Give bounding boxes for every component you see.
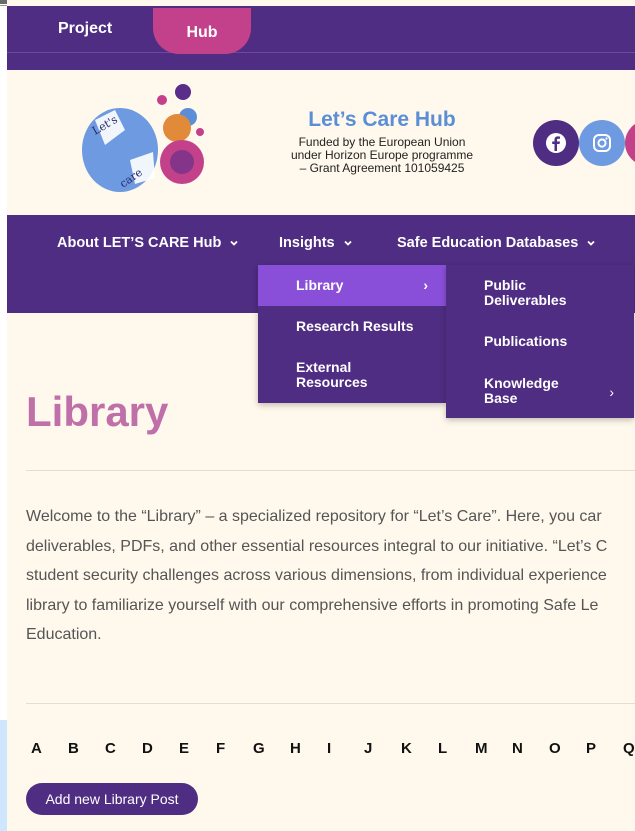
submenu-item-knowledge-base[interactable]: Knowledge Base [484, 376, 584, 406]
divider [26, 703, 635, 704]
intro-line: student security challenges across vario… [26, 567, 607, 584]
side-strip [0, 720, 7, 831]
nav-item-label: Safe Education Databases [397, 235, 579, 251]
insights-dropdown: Library › Research Results External Reso… [258, 265, 446, 403]
page: Project Hub Let's care Let’s Care Hub Fu… [7, 0, 635, 831]
intro-line: Welcome to the “Library” – a specialized… [26, 508, 602, 525]
alphabet-filter: A B C D E F G H I J K L M N O P Q [26, 740, 635, 757]
divider [26, 470, 635, 471]
intro-line: library to familiarize yourself with our… [26, 596, 599, 614]
alphabet-letter[interactable]: Q [618, 740, 635, 757]
alphabet-letter[interactable]: A [26, 740, 63, 757]
alphabet-letter[interactable]: O [544, 740, 581, 757]
dropdown-item-research-results[interactable]: Research Results [258, 319, 446, 334]
page-title: Library [26, 388, 169, 435]
logo-circle-orange [163, 114, 191, 142]
alphabet-letter[interactable]: N [507, 740, 544, 757]
funding-line: – Grant Agreement 101059425 [299, 161, 465, 175]
chevron-right-icon: › [609, 384, 614, 400]
alphabet-letter[interactable]: D [137, 740, 174, 757]
logo-dot-pink [157, 95, 167, 105]
alphabet-letter[interactable]: J [359, 740, 396, 757]
project-link[interactable]: Project [58, 20, 112, 38]
intro-line: Education. [26, 626, 102, 643]
alphabet-letter[interactable]: E [174, 740, 211, 757]
dropdown-item-library[interactable]: Library › [258, 265, 446, 306]
alphabet-letter[interactable]: F [211, 740, 248, 757]
site-title[interactable]: Let’s Care Hub [247, 108, 517, 132]
alphabet-letter[interactable]: P [581, 740, 618, 757]
top-bar: Project Hub [7, 6, 635, 70]
chevron-down-icon [230, 240, 238, 246]
library-submenu: Public Deliverables Publications Knowled… [446, 265, 634, 418]
add-library-post-button[interactable]: Add new Library Post [26, 783, 198, 815]
social-icon[interactable] [625, 120, 635, 166]
alphabet-letter[interactable]: M [470, 740, 507, 757]
funding-notice: Funded by the European Union under Horiz… [253, 136, 511, 175]
nav-item-safe-education-databases[interactable]: Safe Education Databases [397, 235, 596, 251]
top-bar-divider [7, 52, 635, 53]
facebook-icon[interactable] [533, 120, 579, 166]
nav-item-label: About LET’S CARE Hub [57, 235, 222, 251]
instagram-icon[interactable] [579, 120, 625, 166]
alphabet-letter[interactable]: C [100, 740, 137, 757]
nav-item-about[interactable]: About LET’S CARE Hub [57, 235, 239, 251]
logo-dot-small [196, 128, 204, 136]
submenu-item-public-deliverables[interactable]: Public Deliverables [484, 278, 584, 308]
nav-item-label: Insights [279, 235, 335, 251]
alphabet-letter[interactable]: B [63, 740, 100, 757]
submenu-item-publications[interactable]: Publications [484, 334, 604, 349]
alphabet-letter[interactable]: I [322, 740, 359, 757]
alphabet-letter[interactable]: L [433, 740, 470, 757]
nav-item-insights[interactable]: Insights [279, 235, 353, 251]
alphabet-letter[interactable]: G [248, 740, 285, 757]
chevron-down-icon [343, 240, 352, 246]
chevron-down-icon [587, 240, 595, 246]
hub-link[interactable]: Hub [153, 8, 251, 54]
dropdown-item-external-resources[interactable]: External Resources [258, 360, 408, 390]
intro-line: deliverables, PDFs, and other essential … [26, 537, 608, 555]
alphabet-letter[interactable]: K [396, 740, 433, 757]
intro-text: Welcome to the “Library” – a specialized… [26, 502, 635, 650]
chevron-right-icon: › [423, 277, 428, 293]
dropdown-item-label: Library [296, 277, 344, 293]
alphabet-letter[interactable]: H [285, 740, 322, 757]
site-logo[interactable]: Let's care [75, 80, 205, 202]
logo-dot-purple [175, 84, 191, 100]
